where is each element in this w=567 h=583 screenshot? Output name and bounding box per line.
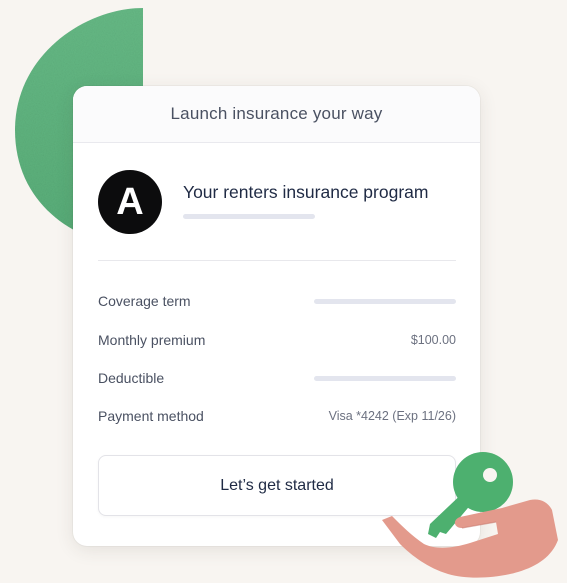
program-subtitle-placeholder: [183, 214, 315, 219]
hand-icon: [382, 499, 558, 578]
get-started-label: Let’s get started: [220, 476, 334, 494]
deductible-label: Deductible: [98, 370, 165, 386]
deductible-placeholder: [314, 375, 456, 381]
detail-row-coverage-term: Coverage term: [98, 291, 456, 311]
card-header: Launch insurance your way: [73, 86, 480, 143]
program-avatar: A: [98, 170, 162, 234]
coverage-term-placeholder: [314, 298, 456, 304]
program-title: Your renters insurance program: [183, 182, 429, 202]
monthly-premium-value: $100.00: [410, 333, 456, 347]
detail-row-deductible: Deductible: [98, 368, 456, 388]
coverage-term-label: Coverage term: [98, 293, 191, 309]
key-hand-illustration: [382, 452, 558, 578]
section-divider: [98, 260, 456, 261]
program-summary: A Your renters insurance program: [98, 170, 428, 234]
detail-row-payment-method: Payment method Visa *4242 (Exp 11/26): [98, 406, 456, 426]
payment-method-label: Payment method: [98, 408, 204, 424]
detail-row-monthly-premium: Monthly premium $100.00: [98, 330, 456, 350]
monthly-premium-label: Monthly premium: [98, 332, 206, 348]
card-header-title: Launch insurance your way: [170, 104, 383, 123]
program-text: Your renters insurance program: [183, 170, 428, 219]
payment-method-value: Visa *4242 (Exp 11/26): [328, 409, 456, 423]
